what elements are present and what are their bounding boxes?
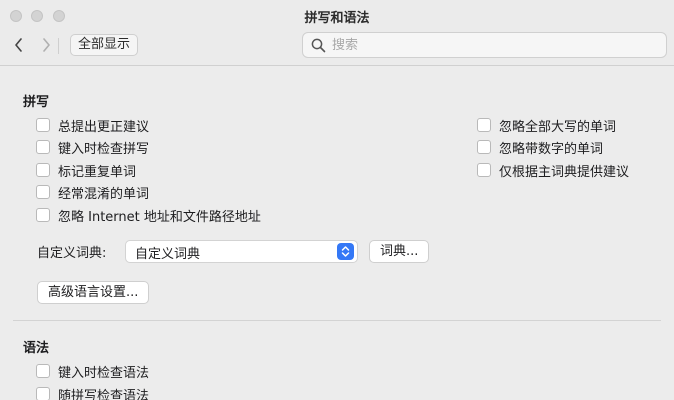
flag-repeated-words-option[interactable]: 标记重复单词 (36, 160, 136, 180)
option-label: 经常混淆的单词 (58, 186, 150, 202)
checkbox[interactable] (477, 163, 491, 177)
option-label: 忽略 Internet 地址和文件路径地址 (58, 209, 261, 225)
advanced-language-settings-button[interactable]: 高级语言设置... (37, 281, 150, 304)
check-grammar-as-you-type-option[interactable]: 键入时检查语法 (36, 361, 149, 381)
check-grammar-with-spelling-option[interactable]: 随拼写检查语法 (36, 384, 149, 400)
chevron-left-icon (14, 38, 22, 52)
option-label: 忽略全部大写的单词 (499, 119, 617, 135)
grammar-section-title: 语法 (23, 341, 50, 356)
search-field[interactable] (302, 32, 667, 58)
custom-dictionary-value: 自定义词典 (135, 247, 201, 262)
chevron-right-icon (42, 38, 50, 52)
search-input[interactable] (332, 36, 652, 54)
checkbox[interactable] (36, 140, 50, 154)
ignore-internet-addresses-option[interactable]: 忽略 Internet 地址和文件路径地址 (36, 205, 261, 225)
title-bar: 拼写和语法 全部显示 (0, 0, 674, 66)
option-label: 标记重复单词 (58, 164, 137, 180)
checkbox[interactable] (36, 185, 50, 199)
ignore-uppercase-option[interactable]: 忽略全部大写的单词 (477, 115, 616, 135)
dictionary-button[interactable]: 词典... (369, 240, 430, 263)
option-label: 仅根据主词典提供建议 (499, 164, 630, 180)
option-label: 键入时检查拼写 (58, 141, 150, 157)
custom-dictionary-label: 自定义词典: (37, 246, 107, 261)
option-label: 忽略带数字的单词 (499, 141, 604, 157)
checkbox[interactable] (36, 118, 50, 132)
option-label: 随拼写检查语法 (58, 388, 150, 400)
ignore-words-with-numbers-option[interactable]: 忽略带数字的单词 (477, 137, 603, 157)
option-label: 键入时检查语法 (58, 365, 150, 381)
search-icon (311, 38, 326, 53)
spelling-section-title: 拼写 (23, 95, 50, 110)
checkbox[interactable] (36, 364, 50, 378)
custom-dictionary-select[interactable]: 自定义词典 (125, 240, 358, 263)
checkbox[interactable] (477, 118, 491, 132)
main-dictionary-only-option[interactable]: 仅根据主词典提供建议 (477, 160, 629, 180)
checkbox[interactable] (477, 140, 491, 154)
back-button[interactable] (10, 35, 26, 55)
show-all-button[interactable]: 全部显示 (70, 34, 139, 56)
confused-words-option[interactable]: 经常混淆的单词 (36, 182, 149, 202)
forward-button[interactable] (38, 35, 54, 55)
window-title: 拼写和语法 (304, 11, 370, 26)
checkbox[interactable] (36, 387, 50, 400)
up-down-chevron-icon (341, 246, 350, 257)
select-stepper (337, 243, 354, 260)
preferences-window: 拼写和语法 全部显示 拼写 总提出更正建议 键入时检查拼写 (0, 0, 674, 400)
option-label: 总提出更正建议 (58, 119, 150, 135)
checkbox[interactable] (36, 163, 50, 177)
toolbar-divider (58, 38, 59, 54)
check-spelling-as-you-type-option[interactable]: 键入时检查拼写 (36, 137, 149, 157)
section-divider (13, 320, 661, 321)
always-suggest-option[interactable]: 总提出更正建议 (36, 115, 149, 135)
checkbox[interactable] (36, 208, 50, 222)
